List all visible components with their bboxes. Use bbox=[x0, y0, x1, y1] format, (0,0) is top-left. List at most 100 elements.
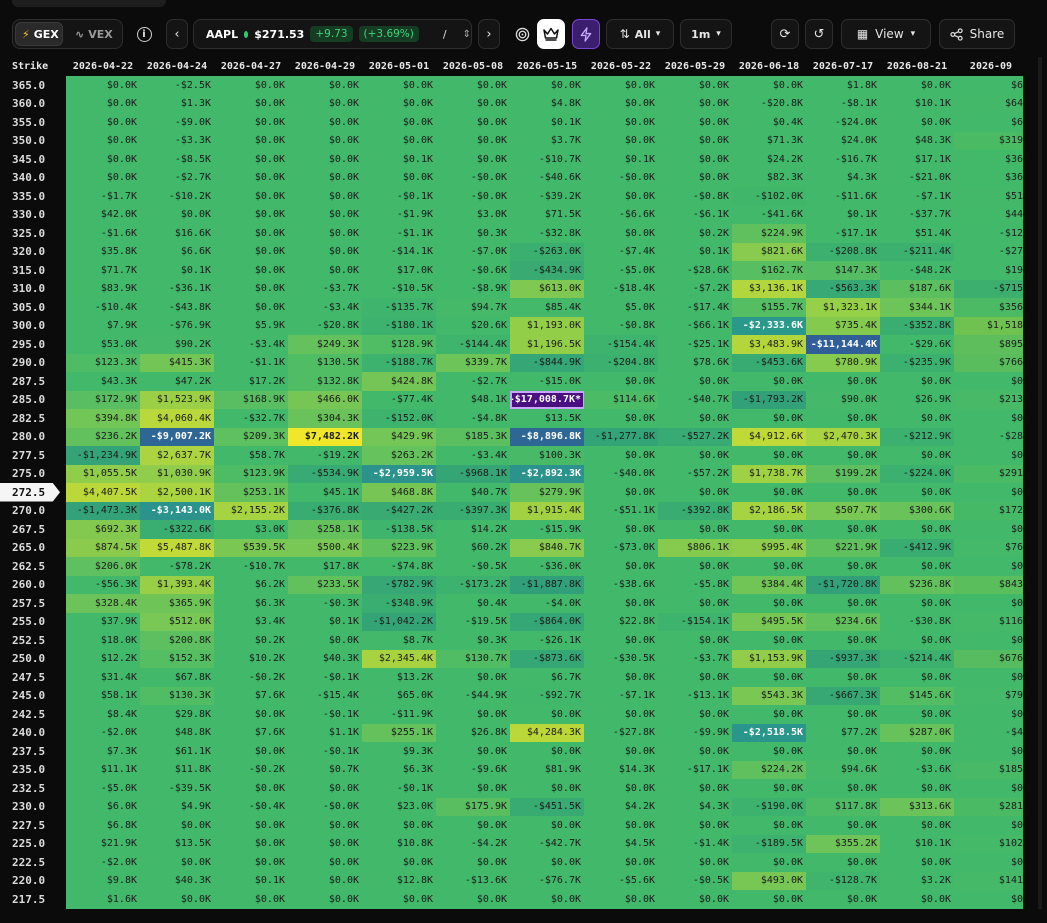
gex-cell[interactable]: $0 bbox=[954, 742, 1023, 761]
gex-cell[interactable]: $0 bbox=[954, 557, 1023, 576]
gex-cell[interactable]: $895 bbox=[954, 335, 1023, 354]
gex-cell[interactable]: $0.1K bbox=[806, 205, 881, 224]
share-button[interactable]: Share bbox=[939, 19, 1015, 49]
gex-cell[interactable]: $2,155.2K bbox=[214, 501, 289, 520]
expiry-column-header[interactable]: 2026-05-01 bbox=[362, 57, 436, 76]
gex-cell[interactable]: -$48.2K bbox=[880, 261, 955, 280]
gex-cell[interactable]: $281 bbox=[954, 797, 1023, 816]
gex-cell[interactable]: -$18.4K bbox=[584, 279, 659, 298]
gex-cell[interactable]: $168.9K bbox=[214, 390, 289, 409]
gex-cell[interactable]: $17.0K bbox=[362, 261, 437, 280]
gex-cell[interactable]: $42.0K bbox=[66, 205, 141, 224]
gex-cell[interactable]: $613.0K bbox=[510, 279, 585, 298]
gex-cell[interactable]: $10.2K bbox=[214, 649, 289, 668]
gex-cell[interactable]: -$7.1K bbox=[584, 686, 659, 705]
gex-cell[interactable]: -$1.1K bbox=[214, 353, 289, 372]
gex-cell[interactable]: $11.8K bbox=[140, 760, 215, 779]
gex-cell[interactable]: $14.3K bbox=[584, 760, 659, 779]
gex-cell[interactable]: -$2,892.3K bbox=[510, 464, 585, 483]
gex-cell[interactable]: $0 bbox=[954, 668, 1023, 687]
gex-cell[interactable]: $249.3K bbox=[288, 335, 363, 354]
gex-cell[interactable]: $0.0K bbox=[584, 557, 659, 576]
gex-cell[interactable]: $0.0K bbox=[214, 150, 289, 169]
gex-cell[interactable]: $0.0K bbox=[436, 668, 511, 687]
gex-cell[interactable]: -$3.3K bbox=[140, 131, 215, 150]
gex-cell[interactable]: $213 bbox=[954, 390, 1023, 409]
gex-cell[interactable]: -$51.1K bbox=[584, 501, 659, 520]
expiry-column-header[interactable]: 2026-04-27 bbox=[214, 57, 288, 76]
strike-column-header[interactable]: Strike bbox=[0, 57, 66, 76]
gex-cell[interactable]: -$0.1K bbox=[362, 187, 437, 206]
gex-cell[interactable]: -$0.1K bbox=[288, 668, 363, 687]
gex-cell[interactable]: $300.6K bbox=[880, 501, 955, 520]
gex-cell[interactable]: $0.0K bbox=[362, 816, 437, 835]
gex-cell[interactable]: $0.0K bbox=[584, 742, 659, 761]
gex-cell[interactable]: -$14.1K bbox=[362, 242, 437, 261]
gex-cell[interactable]: $81.9K bbox=[510, 760, 585, 779]
gex-cell[interactable]: $233.5K bbox=[288, 575, 363, 594]
gex-cell[interactable]: -$7.1K bbox=[880, 187, 955, 206]
gex-cell[interactable]: $0.0K bbox=[140, 853, 215, 872]
expiry-column-header[interactable]: 2026-05-29 bbox=[658, 57, 732, 76]
gex-cell[interactable]: -$2.0K bbox=[66, 853, 141, 872]
gex-cell[interactable]: $0.0K bbox=[288, 261, 363, 280]
gex-cell[interactable]: $71.3K bbox=[732, 131, 807, 150]
gex-cell[interactable]: $291 bbox=[954, 464, 1023, 483]
gex-cell[interactable]: $0.0K bbox=[436, 779, 511, 798]
gex-cell[interactable]: -$25.1K bbox=[658, 335, 733, 354]
gex-cell[interactable]: $0.0K bbox=[214, 853, 289, 872]
gex-cell[interactable]: -$11,144.4K bbox=[806, 335, 881, 354]
gex-cell[interactable]: $0.0K bbox=[732, 853, 807, 872]
gex-cell[interactable]: -$2,518.5K bbox=[732, 723, 807, 742]
gex-cell[interactable]: $19 bbox=[954, 261, 1023, 280]
gex-cell[interactable]: -$66.1K bbox=[658, 316, 733, 335]
gex-cell[interactable]: $339.7K bbox=[436, 353, 511, 372]
gex-cell[interactable]: $424.8K bbox=[362, 372, 437, 391]
gex-cell[interactable]: $279.9K bbox=[510, 483, 585, 502]
gex-cell[interactable]: $17.2K bbox=[214, 372, 289, 391]
gex-cell[interactable]: $114.6K bbox=[584, 390, 659, 409]
gex-cell[interactable]: -$1.7K bbox=[66, 187, 141, 206]
gex-cell[interactable]: $0.0K bbox=[584, 224, 659, 243]
gex-cell[interactable]: -$451.5K bbox=[510, 797, 585, 816]
gex-cell[interactable]: $0.7K bbox=[288, 760, 363, 779]
gex-cell[interactable]: $0.0K bbox=[584, 409, 659, 428]
gex-cell[interactable]: -$1.9K bbox=[362, 205, 437, 224]
gex-cell[interactable]: $0.0K bbox=[658, 520, 733, 539]
gex-cell[interactable]: -$0.5K bbox=[658, 871, 733, 890]
gex-cell[interactable]: $123.3K bbox=[66, 353, 141, 372]
gex-cell[interactable]: $780.9K bbox=[806, 353, 881, 372]
gex-cell[interactable]: $0.0K bbox=[658, 594, 733, 613]
gex-cell[interactable]: $48.3K bbox=[880, 131, 955, 150]
gex-cell[interactable]: $0.0K bbox=[140, 816, 215, 835]
gex-cell[interactable]: $5.9K bbox=[214, 316, 289, 335]
gex-cell[interactable]: $94.7K bbox=[436, 298, 511, 317]
gex-cell[interactable]: $0.0K bbox=[288, 816, 363, 835]
gex-cell[interactable]: $0.0K bbox=[66, 150, 141, 169]
gex-cell[interactable]: $692.3K bbox=[66, 520, 141, 539]
gex-cell[interactable]: -$434.9K bbox=[510, 261, 585, 280]
gex-cell[interactable]: $313.6K bbox=[880, 797, 955, 816]
gex-cell[interactable]: $76 bbox=[954, 538, 1023, 557]
gex-cell[interactable]: $60.2K bbox=[436, 538, 511, 557]
gex-cell[interactable]: -$12 bbox=[954, 224, 1023, 243]
gex-cell[interactable]: $162.7K bbox=[732, 261, 807, 280]
gex-cell[interactable]: $0.0K bbox=[806, 779, 881, 798]
gex-cell[interactable]: $13.5K bbox=[140, 834, 215, 853]
gex-cell[interactable]: $145.6K bbox=[880, 686, 955, 705]
gex-cell[interactable]: -$135.7K bbox=[362, 298, 437, 317]
gex-cell[interactable]: -$41.6K bbox=[732, 205, 807, 224]
gex-cell[interactable]: -$2.5K bbox=[140, 76, 215, 95]
gex-cell[interactable]: -$6.6K bbox=[584, 205, 659, 224]
gex-cell[interactable]: $0.0K bbox=[880, 779, 955, 798]
gex-cell[interactable]: -$43.8K bbox=[140, 298, 215, 317]
gex-cell[interactable]: -$1.1K bbox=[362, 224, 437, 243]
gex-cell[interactable]: $0.0K bbox=[658, 890, 733, 909]
gex-cell[interactable]: $0.0K bbox=[880, 668, 955, 687]
gex-cell[interactable]: $0.0K bbox=[806, 594, 881, 613]
gex-cell[interactable]: $0.0K bbox=[880, 557, 955, 576]
gex-cell[interactable]: $4,284.3K bbox=[510, 723, 585, 742]
gex-cell[interactable]: $0.0K bbox=[362, 113, 437, 132]
gex-cell[interactable]: $0.0K bbox=[880, 446, 955, 465]
gex-cell[interactable]: -$188.7K bbox=[362, 353, 437, 372]
